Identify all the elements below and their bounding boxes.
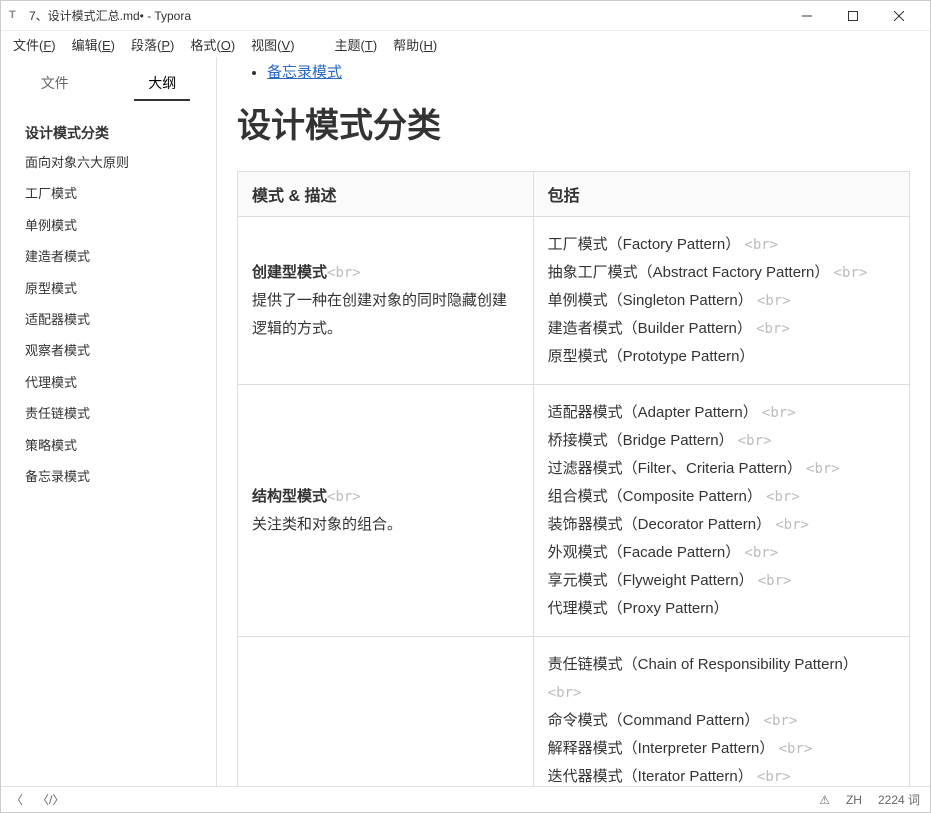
th-includes: 包括 [533, 172, 909, 217]
outline-item[interactable]: 原型模式 [1, 273, 216, 304]
cell-desc[interactable]: 结构型模式<br>关注类和对象的组合。 [238, 385, 534, 637]
app-icon: T [9, 9, 23, 23]
outline-item[interactable]: 适配器模式 [1, 304, 216, 335]
menu-o[interactable]: 格式(O) [184, 33, 241, 56]
menu-f[interactable]: 文件(F) [7, 33, 62, 56]
outline-item[interactable]: 策略模式 [1, 430, 216, 461]
outline-list: 设计模式分类面向对象六大原则工厂模式单例模式建造者模式原型模式适配器模式观察者模… [1, 101, 216, 492]
toc-item: 备忘录模式 [267, 61, 910, 82]
editor-content[interactable]: 备忘录模式 设计模式分类 模式 & 描述 包括 创建型模式<br>提供了一种在创… [217, 57, 930, 786]
outline-heading[interactable]: 设计模式分类 [1, 119, 216, 147]
table-row: 创建型模式<br>提供了一种在创建对象的同时隐藏创建逻辑的方式。工厂模式（Fac… [238, 217, 910, 385]
window-controls [784, 1, 922, 31]
status-wordcount[interactable]: 2224 词 [878, 791, 920, 808]
outline-item[interactable]: 工厂模式 [1, 178, 216, 209]
menu-p[interactable]: 段落(P) [125, 33, 180, 56]
window-title: 7、设计模式汇总.md• - Typora [29, 7, 784, 24]
menu-h[interactable]: 帮助(H) [387, 33, 443, 56]
table-row: 责任链模式（Chain of Responsibility Pattern） <… [238, 637, 910, 786]
page-heading[interactable]: 设计模式分类 [237, 98, 910, 147]
outline-item[interactable]: 面向对象六大原则 [1, 147, 216, 178]
outline-item[interactable]: 备忘录模式 [1, 461, 216, 492]
menu-t[interactable]: 主题(T) [329, 33, 384, 56]
close-button[interactable] [876, 1, 922, 31]
toc-link-memo[interactable]: 备忘录模式 [267, 64, 342, 81]
outline-item[interactable]: 代理模式 [1, 367, 216, 398]
cell-includes[interactable]: 适配器模式（Adapter Pattern） <br>桥接模式（Bridge P… [533, 385, 909, 637]
outline-item[interactable]: 观察者模式 [1, 335, 216, 366]
outline-item[interactable]: 责任链模式 [1, 398, 216, 429]
minimize-button[interactable] [784, 1, 830, 31]
outline-item[interactable]: 建造者模式 [1, 241, 216, 272]
main-area: 文件 大纲 设计模式分类面向对象六大原则工厂模式单例模式建造者模式原型模式适配器… [1, 57, 930, 786]
menubar: 文件(F)编辑(E)段落(P)格式(O)视图(V) 主题(T)帮助(H) [1, 31, 930, 57]
toc-list: 备忘录模式 [267, 61, 910, 82]
menu-e[interactable]: 编辑(E) [66, 33, 121, 56]
content-wrap: 备忘录模式 设计模式分类 模式 & 描述 包括 创建型模式<br>提供了一种在创… [217, 57, 930, 786]
th-desc: 模式 & 描述 [238, 172, 534, 217]
sidebar-tabs: 文件 大纲 [1, 57, 216, 101]
cell-desc[interactable] [238, 637, 534, 786]
source-code-icon[interactable]: 〈/〉 [37, 791, 64, 808]
table-row: 结构型模式<br>关注类和对象的组合。适配器模式（Adapter Pattern… [238, 385, 910, 637]
maximize-button[interactable] [830, 1, 876, 31]
warning-icon[interactable]: ⚠ [819, 793, 830, 807]
tab-file[interactable]: 文件 [27, 67, 83, 101]
menu-v[interactable]: 视图(V) [245, 33, 300, 56]
cell-includes[interactable]: 工厂模式（Factory Pattern） <br>抽象工厂模式（Abstrac… [533, 217, 909, 385]
tab-outline[interactable]: 大纲 [134, 67, 190, 101]
cell-includes[interactable]: 责任链模式（Chain of Responsibility Pattern） <… [533, 637, 909, 786]
sidebar: 文件 大纲 设计模式分类面向对象六大原则工厂模式单例模式建造者模式原型模式适配器… [1, 57, 217, 786]
titlebar: T 7、设计模式汇总.md• - Typora [1, 1, 930, 31]
cell-desc[interactable]: 创建型模式<br>提供了一种在创建对象的同时隐藏创建逻辑的方式。 [238, 217, 534, 385]
statusbar: 〈 〈/〉 ⚠ ZH 2224 词 [1, 786, 930, 812]
status-language[interactable]: ZH [846, 793, 862, 807]
patterns-table: 模式 & 描述 包括 创建型模式<br>提供了一种在创建对象的同时隐藏创建逻辑的… [237, 171, 910, 786]
back-icon[interactable]: 〈 [11, 791, 23, 808]
outline-item[interactable]: 单例模式 [1, 210, 216, 241]
